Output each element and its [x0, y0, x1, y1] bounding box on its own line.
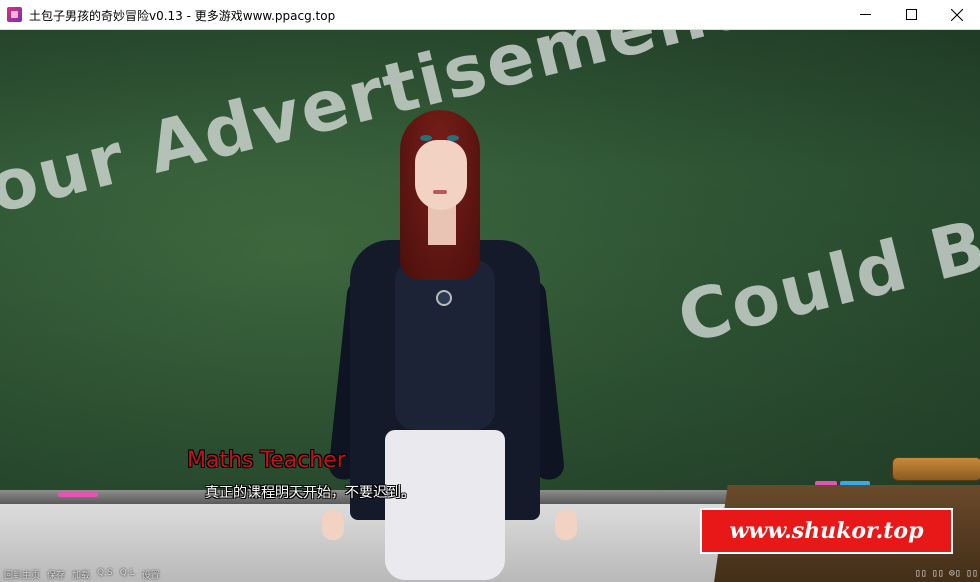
watermark-banner: www.shukor.top: [700, 508, 953, 554]
quick-menu: 回到主页 保存 加载 Q.S Q.L 设置: [4, 568, 160, 581]
quick-menu-settings[interactable]: 设置: [142, 568, 160, 581]
character-neck: [428, 205, 456, 245]
dialogue-text[interactable]: 真正的课程明天开始，不要迟到。: [205, 482, 415, 502]
minimize-button[interactable]: [842, 0, 888, 29]
character-eye: [447, 135, 459, 141]
character-face: [415, 140, 467, 210]
watermark-text: www.shukor.top: [729, 518, 924, 544]
quick-menu-quick-load[interactable]: Q.L: [120, 568, 135, 581]
close-icon: [951, 8, 963, 21]
app-icon: [7, 7, 22, 22]
quick-menu-quick-save[interactable]: Q.S: [97, 568, 113, 581]
quick-menu-main-menu[interactable]: 回到主页: [4, 568, 40, 581]
speaker-name: Maths Teacher: [187, 448, 346, 473]
window-title: 土包子男孩的奇妙冒险v0.13 - 更多游戏www.ppacg.top: [29, 9, 336, 23]
teacher-character: [322, 100, 577, 582]
maximize-button[interactable]: [888, 0, 934, 29]
character-hand: [322, 510, 344, 540]
bottom-right-controls: ▯▯ ▯▯ ⊙▯ ▯▯: [915, 568, 978, 579]
close-button[interactable]: [934, 0, 980, 29]
character-mouth: [433, 190, 447, 194]
character-hand: [555, 510, 577, 540]
stapler: [892, 457, 980, 481]
window-title-bar: 土包子男孩的奇妙冒险v0.13 - 更多游戏www.ppacg.top: [0, 0, 980, 30]
auto-icon[interactable]: ⊙▯: [949, 568, 961, 579]
minimize-icon: [859, 14, 871, 15]
maximize-icon: [905, 9, 917, 20]
chalk-stick: [58, 492, 98, 497]
character-eye: [420, 135, 432, 141]
game-scene[interactable]: our Advertisement Could B Maths Teacher …: [0, 30, 980, 582]
character-skirt: [385, 430, 505, 580]
quick-menu-save[interactable]: 保存: [47, 568, 65, 581]
history-icon[interactable]: ▯▯: [932, 568, 944, 579]
gallery-icon[interactable]: ▯▯: [915, 568, 927, 579]
quick-menu-load[interactable]: 加载: [72, 568, 90, 581]
character-top: [395, 260, 495, 430]
skip-icon[interactable]: ▯▯: [966, 568, 978, 579]
pendant-necklace: [436, 290, 452, 306]
